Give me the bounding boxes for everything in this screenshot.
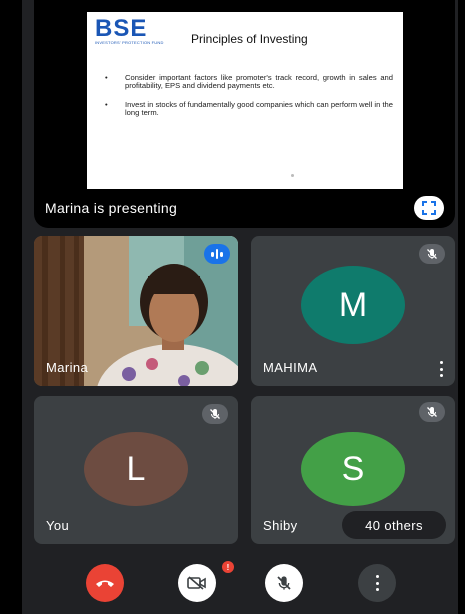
slide-bullets: • Consider important factors like promot… xyxy=(105,73,393,128)
bullet-text: Consider important factors like promoter… xyxy=(125,73,393,91)
avatar: L xyxy=(84,432,188,506)
participant-name: You xyxy=(46,518,70,533)
end-call-button[interactable] xyxy=(86,564,124,602)
camera-toggle-button[interactable] xyxy=(178,564,216,602)
slide-bullet: • Invest in stocks of fundamentally good… xyxy=(105,99,393,118)
participant-name: Marina xyxy=(46,360,89,375)
mic-toggle-button[interactable] xyxy=(265,564,303,602)
bse-logo: BSE INVESTORS' PROTECTION FUND xyxy=(95,15,164,46)
logo-subtext: INVESTORS' PROTECTION FUND xyxy=(95,40,164,45)
more-vert-icon xyxy=(374,575,380,591)
participant-tile-you[interactable]: L You xyxy=(34,396,238,544)
participant-tile-mahima[interactable]: M MAHIMA xyxy=(251,236,455,386)
avatar: S xyxy=(301,432,405,506)
participant-name: Shiby xyxy=(263,518,298,533)
slide-title: Principles of Investing xyxy=(191,32,308,46)
bullet-text: Invest in stocks of fundamentally good c… xyxy=(125,99,393,118)
participant-name: MAHIMA xyxy=(263,360,318,375)
speaking-indicator xyxy=(204,244,230,264)
end-call-icon xyxy=(96,580,114,587)
mic-off-icon xyxy=(277,576,291,590)
more-options-button[interactable] xyxy=(358,564,396,602)
camera-alert-badge: ! xyxy=(222,561,234,573)
avatar: M xyxy=(301,266,405,344)
fullscreen-button[interactable] xyxy=(414,196,444,220)
camera-off-icon xyxy=(187,576,206,590)
mic-off-badge xyxy=(419,402,445,422)
slide-cursor-dot xyxy=(291,174,294,177)
presenter-label: Marina is presenting xyxy=(45,200,178,216)
others-count-button[interactable]: 40 others xyxy=(342,511,446,539)
slide-bullet: • Consider important factors like promot… xyxy=(105,73,393,91)
fullscreen-icon xyxy=(422,201,436,215)
mic-off-icon xyxy=(427,249,437,259)
more-vert-icon[interactable] xyxy=(438,361,444,377)
mic-off-badge xyxy=(202,404,228,424)
mic-off-icon xyxy=(427,407,437,417)
logo-text: BSE xyxy=(95,15,148,42)
bullet-marker: • xyxy=(105,73,108,82)
bullet-marker: • xyxy=(105,99,108,109)
mic-off-badge xyxy=(419,244,445,264)
participant-tile-marina[interactable]: Marina xyxy=(34,236,238,386)
mic-off-icon xyxy=(210,409,220,419)
presented-slide: BSE INVESTORS' PROTECTION FUND Principle… xyxy=(87,12,403,189)
